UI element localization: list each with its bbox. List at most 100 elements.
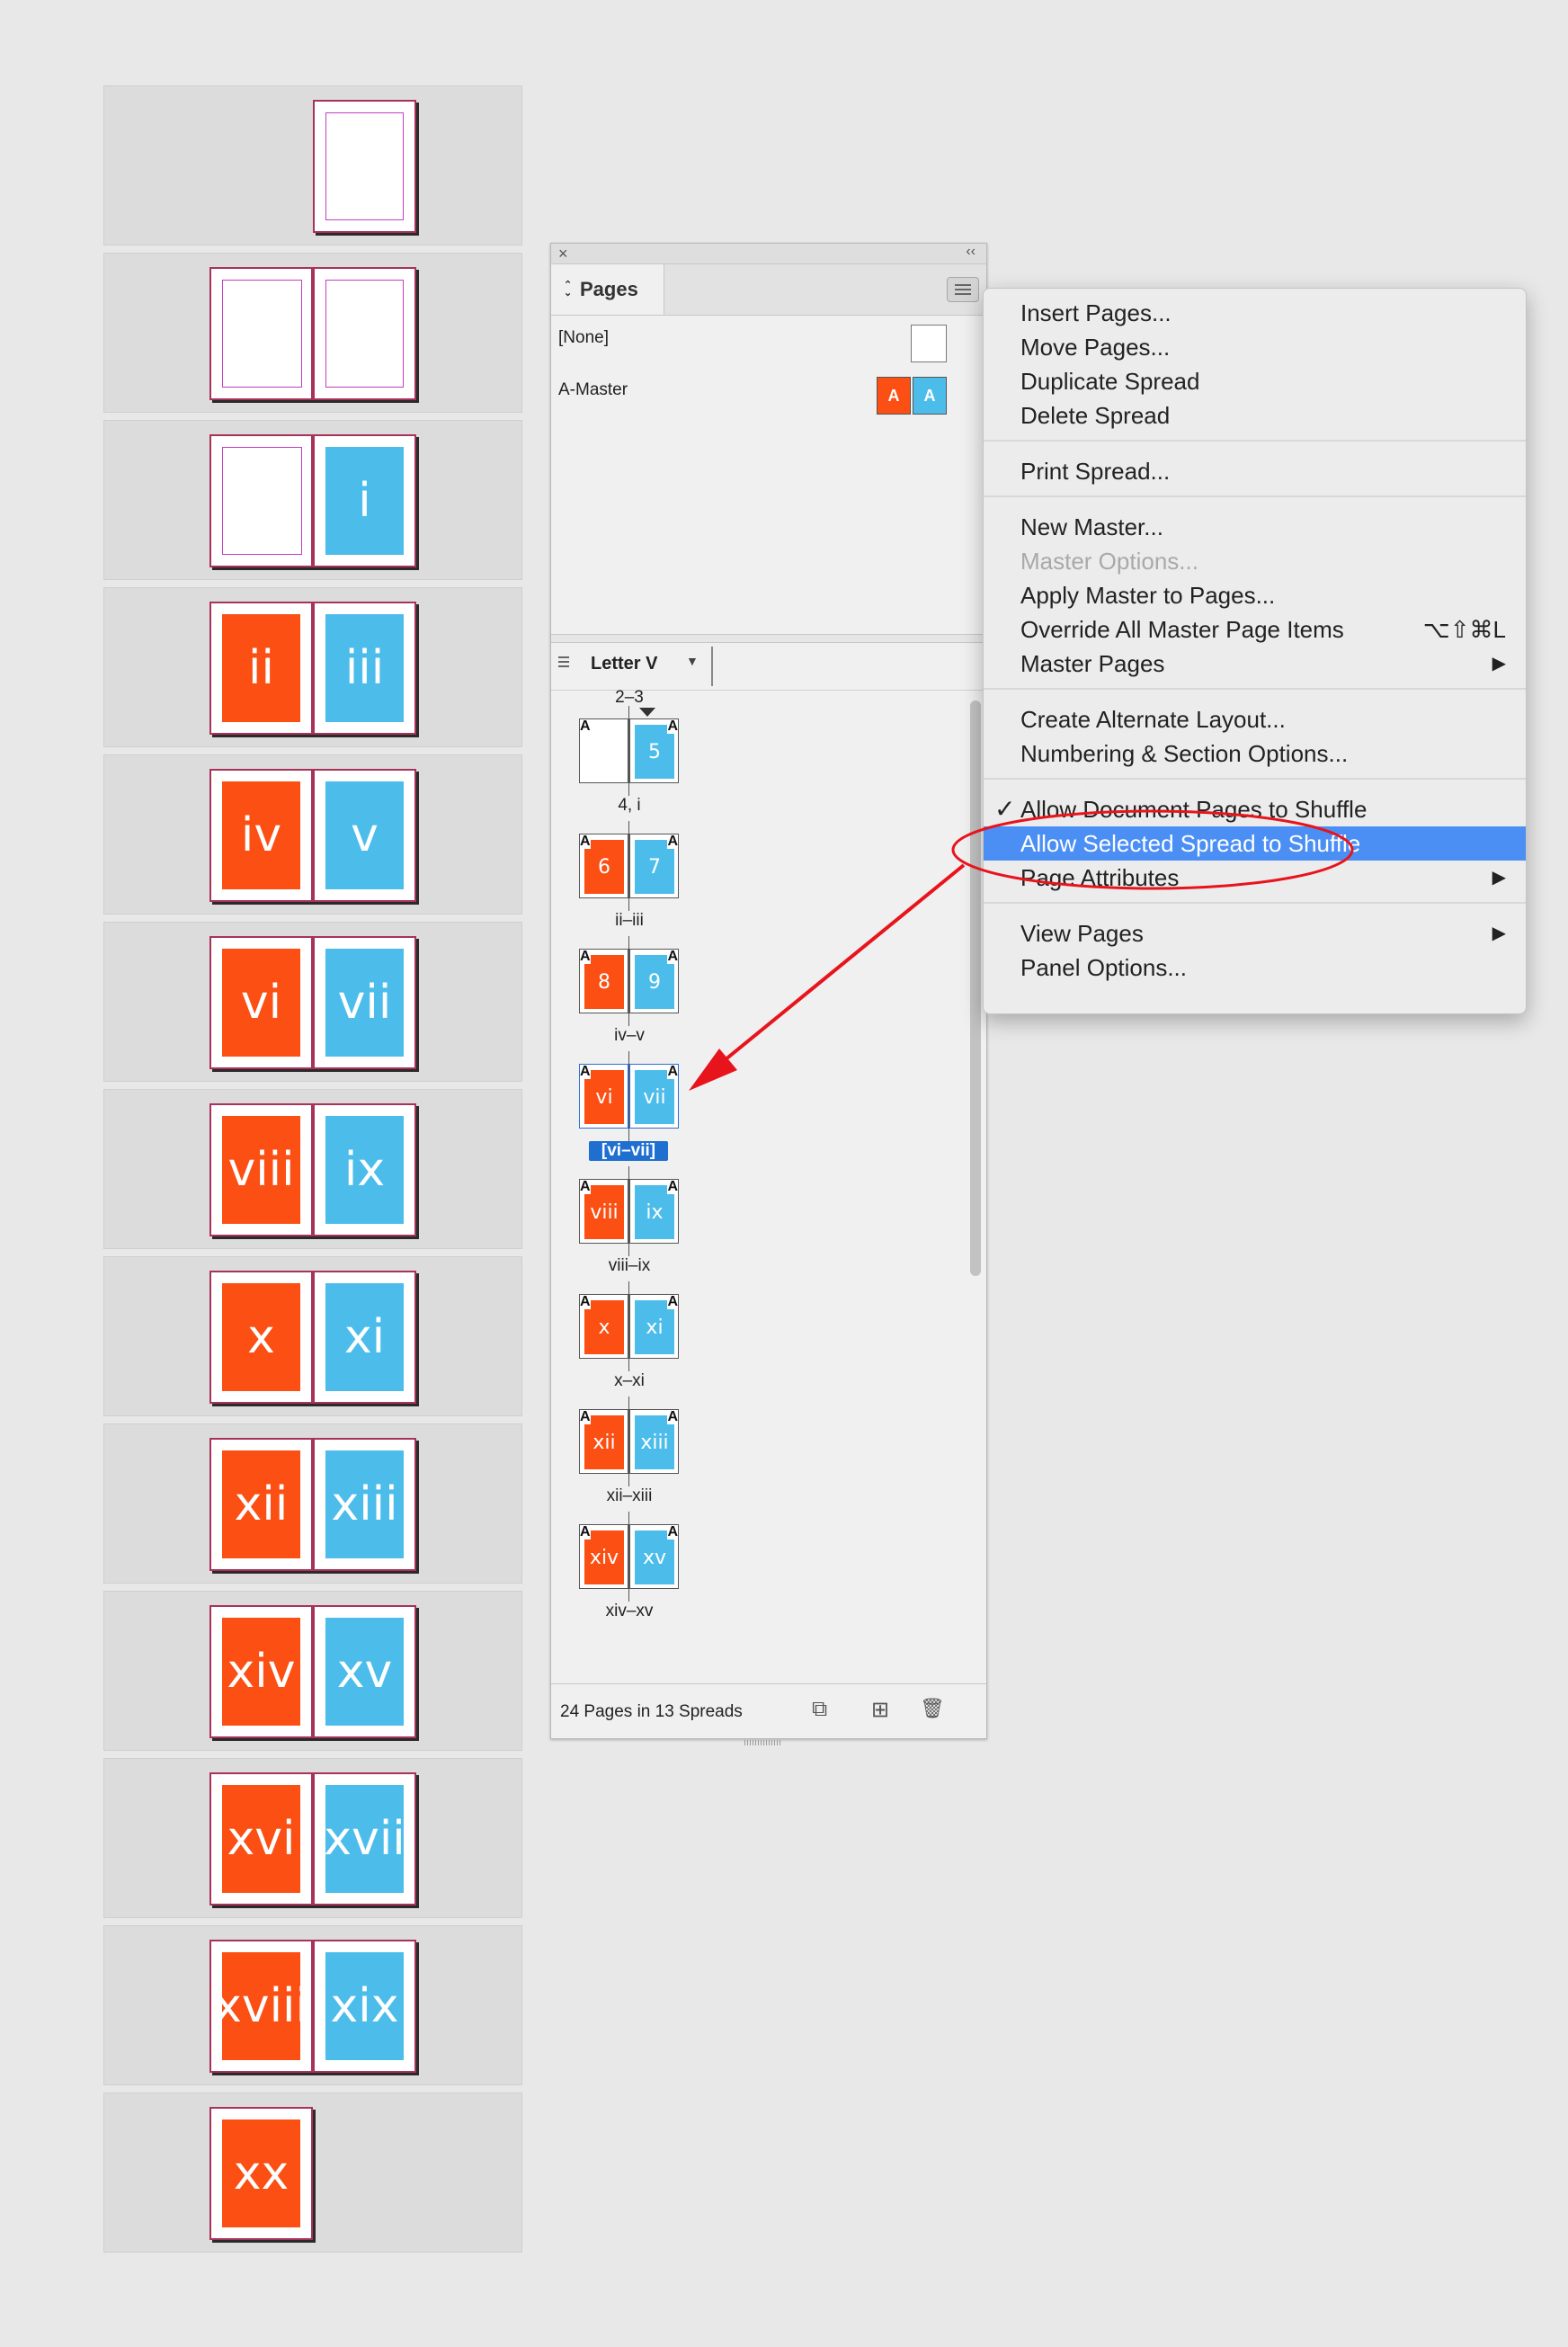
strip-page-left[interactable]: xvi [209, 1772, 313, 1905]
master-a-label[interactable]: A-Master [558, 380, 628, 400]
menu-item-create-alternate-layout[interactable]: Create Alternate Layout... [984, 702, 1526, 736]
strip-page-right[interactable]: xvii [313, 1772, 416, 1905]
master-none-thumbnail[interactable] [911, 325, 947, 362]
spread-thumbnail[interactable]: viii Aix A [578, 1166, 681, 1256]
scrollbar-thumb[interactable] [970, 701, 981, 1276]
menu-item-label: Insert Pages... [1020, 299, 1172, 326]
strip-page-label: iv [222, 781, 300, 889]
menu-item-new-master[interactable]: New Master... [984, 510, 1526, 544]
strip-page-right[interactable]: xix [313, 1940, 416, 2073]
strip-page-right[interactable]: iii [313, 602, 416, 735]
collapse-icon[interactable]: ‹‹ [966, 244, 976, 260]
strip-page-left[interactable]: xiv [209, 1605, 313, 1738]
strip-page-label: ix [325, 1116, 404, 1224]
page-thumbnail-left[interactable]: viii A [579, 1179, 628, 1244]
menu-item-page-attributes[interactable]: Page Attributes ▶ [984, 861, 1526, 895]
menu-item-print-spread[interactable]: Print Spread... [984, 454, 1526, 488]
menu-item-delete-spread[interactable]: Delete Spread [984, 398, 1526, 433]
master-none-label[interactable]: [None] [558, 328, 609, 348]
master-a-thumbnail[interactable]: A A [877, 377, 947, 415]
page-thumbnail-left[interactable]: xiv A [579, 1524, 628, 1589]
strip-page-right[interactable] [313, 267, 416, 400]
strip-page-left[interactable]: viii [209, 1103, 313, 1236]
page-thumbnail-left[interactable]: xA [579, 1294, 628, 1359]
menu-item-override-all-master-page-items[interactable]: Override All Master Page Items ⌥⇧⌘L [984, 612, 1526, 647]
strip-page-right[interactable]: i [313, 434, 416, 567]
delete-page-icon[interactable]: 🗑 [920, 1697, 945, 1720]
strip-page-right[interactable]: v [313, 769, 416, 902]
spread-page-range-label: [vi–vii] [589, 1141, 668, 1161]
page-thumbnail-left[interactable]: xii A [579, 1409, 628, 1474]
menu-item-insert-pages[interactable]: Insert Pages... [984, 296, 1526, 330]
strip-page-left[interactable]: ii [209, 602, 313, 735]
menu-item-move-pages[interactable]: Move Pages... [984, 330, 1526, 364]
edit-page-size-icon[interactable]: ⧉ [812, 1697, 827, 1722]
page-thumbnail-left[interactable]: 6A [579, 834, 628, 898]
strip-page-label: vi [222, 949, 300, 1057]
page-thumbnail-right[interactable]: ix A [629, 1179, 679, 1244]
new-page-icon[interactable]: ⊞ [871, 1697, 889, 1723]
strip-page-left[interactable]: iv [209, 769, 313, 902]
layout-name[interactable]: Letter V [591, 654, 657, 674]
master-prefix: A [667, 1179, 678, 1194]
master-prefix: A [580, 1294, 591, 1309]
panel-menu-button[interactable] [947, 277, 979, 302]
menu-separator [984, 495, 1526, 497]
page-thumbnail-right[interactable]: vii A [629, 1064, 679, 1129]
menu-item-duplicate-spread[interactable]: Duplicate Spread [984, 364, 1526, 398]
layout-dropdown-icon[interactable]: ▼ [686, 654, 699, 668]
menu-item-master-pages[interactable]: Master Pages ▶ [984, 647, 1526, 681]
scrollbar[interactable] [968, 692, 983, 1708]
spread-thumbnail[interactable]: xiv Axv A [578, 1512, 681, 1602]
page-thumbnail-left[interactable]: 8A [579, 949, 628, 1013]
strip-page-label: iii [325, 614, 404, 722]
strip-page-right[interactable]: xi [313, 1271, 416, 1404]
menu-item-allow-selected-spread-to-shuffle[interactable]: Allow Selected Spread to Shuffle [984, 826, 1526, 861]
panel-context-menu: Insert Pages... Move Pages... Duplicate Sp… [983, 288, 1527, 1014]
page-thumbnail-right[interactable]: xi A [629, 1294, 679, 1359]
strip-spread-row: i [103, 420, 522, 580]
spread-thumbnail[interactable]: A5A [578, 706, 681, 796]
menu-item-apply-master-to-pages[interactable]: Apply Master to Pages... [984, 578, 1526, 612]
strip-page-label [325, 280, 404, 388]
tab-arrows-icon: ⌃ ⌄ [564, 280, 573, 299]
spread-thumbnail[interactable]: vi Avii A [578, 1051, 681, 1141]
resize-grip[interactable] [744, 1740, 780, 1745]
page-thumbnail-right[interactable]: xv A [629, 1524, 679, 1589]
spread-thumbnail[interactable]: x Axi A [578, 1281, 681, 1371]
page-thumbnail-right[interactable]: 9A [629, 949, 679, 1013]
menu-item-allow-document-pages-to-shuffle[interactable]: Allow Document Pages to Shuffle ✓ [984, 792, 1526, 826]
spread-page-range-label: iv–v [614, 1026, 645, 1045]
strip-page-left[interactable]: vi [209, 936, 313, 1069]
page-thumbnail-right[interactable]: xiii A [629, 1409, 679, 1474]
strip-page-left[interactable]: xii [209, 1438, 313, 1571]
menu-item-label: Print Spread... [1020, 458, 1171, 485]
strip-page-left[interactable] [209, 434, 313, 567]
strip-page-left[interactable]: xviii [209, 1940, 313, 2073]
strip-page-left[interactable]: xx [209, 2107, 313, 2240]
menu-item-panel-options[interactable]: Panel Options... [984, 950, 1526, 985]
master-a-left-page: A [877, 377, 911, 415]
page-thumbnail-left[interactable]: vi A [579, 1064, 628, 1129]
menu-item-label: Move Pages... [1020, 334, 1171, 361]
strip-page-right[interactable]: vii [313, 936, 416, 1069]
strip-page-left[interactable]: x [209, 1271, 313, 1404]
page-thumbnail-right[interactable]: 5A [629, 718, 679, 783]
strip-page-left[interactable] [209, 267, 313, 400]
strip-spread-row: xiv xv [103, 1591, 522, 1751]
strip-page-right[interactable]: xiii [313, 1438, 416, 1571]
page-thumbnail-left[interactable]: A [579, 718, 628, 783]
spread-thumbnail[interactable]: 8A9A [578, 936, 681, 1026]
menu-item-view-pages[interactable]: View Pages ▶ [984, 916, 1526, 950]
page-thumbnail-right[interactable]: 7A [629, 834, 679, 898]
submenu-arrow-icon: ▶ [1492, 654, 1506, 674]
strip-page-right[interactable] [313, 100, 416, 233]
spread-thumbnail[interactable]: 6A7A [578, 821, 681, 911]
page-count-status: 24 Pages in 13 Spreads [560, 1702, 743, 1721]
strip-page-right[interactable]: xv [313, 1605, 416, 1738]
menu-item-numbering-section-options[interactable]: Numbering & Section Options... [984, 736, 1526, 771]
tab-pages[interactable]: ⌃ ⌄ Pages [551, 264, 664, 315]
spread-thumbnail[interactable]: xii Axiii A [578, 1397, 681, 1486]
strip-page-right[interactable]: ix [313, 1103, 416, 1236]
close-icon[interactable]: × [558, 245, 568, 263]
